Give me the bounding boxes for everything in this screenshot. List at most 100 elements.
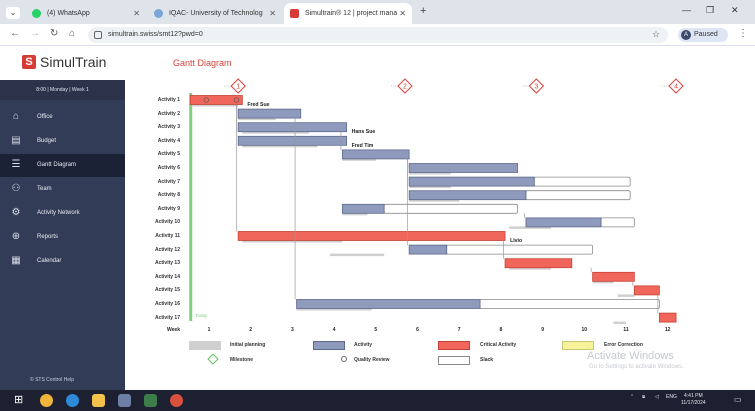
home-icon[interactable]: ⌂ xyxy=(69,28,75,39)
maximize-icon[interactable]: ❐ xyxy=(706,5,714,16)
app-icon[interactable] xyxy=(118,394,131,407)
legend-swatch xyxy=(562,341,594,350)
activity-label[interactable]: Activity 6 xyxy=(130,165,180,171)
activity-label[interactable]: Activity 16 xyxy=(130,301,180,307)
activity-label[interactable]: Activity 2 xyxy=(130,111,180,117)
tab-title: IQAC- University of Technolog xyxy=(168,10,263,17)
activity-label[interactable]: Activity 1 xyxy=(130,97,180,103)
network-icon: ⚙ xyxy=(11,207,21,218)
sidebar-item-label: Gantt Diagram xyxy=(37,162,77,168)
profile-button[interactable]: A Paused xyxy=(678,28,728,42)
legend-label: Slack xyxy=(480,357,494,363)
activity-label[interactable]: Activity 8 xyxy=(130,192,180,198)
reports-icon: ⊕ xyxy=(11,231,21,242)
activity-label[interactable]: Activity 10 xyxy=(130,219,180,225)
language-indicator[interactable]: ENG xyxy=(666,394,677,400)
critical-activity-bar xyxy=(189,95,243,105)
minimize-icon[interactable]: — xyxy=(682,5,691,15)
clock-date: 11/17/2024 xyxy=(681,400,706,406)
activity-bar xyxy=(525,217,602,228)
activity-label[interactable]: Activity 12 xyxy=(130,247,180,253)
legend-swatch xyxy=(438,356,470,365)
sidebar-item-reports[interactable]: ⊕ Reports xyxy=(0,226,125,249)
planning-bar xyxy=(242,144,318,148)
network-icon[interactable]: ⧈ xyxy=(642,394,645,400)
activity-label[interactable]: Activity 7 xyxy=(130,179,180,185)
forward-icon[interactable]: → xyxy=(30,28,40,39)
activity-label[interactable]: Activity 13 xyxy=(130,260,180,266)
sidebar-item-calendar[interactable]: ▦ Calendar xyxy=(0,250,125,273)
critical-activity-bar xyxy=(237,231,506,241)
tab-title: (4) WhatsApp xyxy=(46,10,90,17)
week-tick-label: 7 xyxy=(457,327,461,333)
logo-text: SimulTrain xyxy=(40,54,107,70)
notifications-icon[interactable]: ▭ xyxy=(734,395,742,404)
windows-start-icon[interactable]: ⊞ xyxy=(14,394,27,407)
activity-label[interactable]: Activity 11 xyxy=(130,233,180,239)
profile-status: Paused xyxy=(694,31,718,38)
activity-bar xyxy=(296,299,481,309)
sidebar-item-team[interactable]: ⚇ Team xyxy=(0,178,125,201)
close-icon[interactable]: ✕ xyxy=(399,3,406,24)
sidebar-item-label: Team xyxy=(37,186,52,192)
sidebar-item-activity-network[interactable]: ⚙ Activity Network xyxy=(0,202,125,225)
activation-watermark-subtitle: Go to Settings to activate Windows. xyxy=(589,364,684,370)
planning-bar xyxy=(242,131,310,134)
edge-icon[interactable] xyxy=(66,394,79,407)
excel-icon[interactable] xyxy=(144,394,157,407)
tab-search-button[interactable]: ⌄ xyxy=(6,7,20,19)
resource-label: Livio xyxy=(510,238,522,244)
activity-label[interactable]: Activity 17 xyxy=(130,315,180,321)
new-tab-button[interactable]: + xyxy=(420,5,426,17)
activity-label[interactable]: Activity 9 xyxy=(130,206,180,212)
sidebar-item-budget[interactable]: ▤ Budget xyxy=(0,130,125,153)
critical-activity-bar xyxy=(633,285,660,296)
address-bar-row: ← → ↻ ⌂ simultrain.swiss/smt12?pwd=0 ☆ A… xyxy=(0,24,755,46)
planning-bar xyxy=(242,240,343,243)
chrome-active-icon[interactable] xyxy=(170,394,183,407)
activity-label[interactable]: Activity 14 xyxy=(130,274,180,280)
url-field[interactable]: simultrain.swiss/smt12?pwd=0 xyxy=(88,27,668,43)
tab-iqac[interactable]: IQAC- University of Technolog ✕ xyxy=(148,3,282,24)
activity-label[interactable]: Activity 4 xyxy=(130,138,180,144)
tab-whatsapp[interactable]: (4) WhatsApp ✕ xyxy=(26,3,146,24)
back-icon[interactable]: ← xyxy=(10,28,20,39)
app-logo[interactable]: S SimulTrain xyxy=(0,46,125,80)
planning-bar xyxy=(238,117,276,121)
activity-bar xyxy=(342,149,410,160)
logo-mark: S xyxy=(22,55,36,69)
close-window-icon[interactable]: ✕ xyxy=(731,5,739,16)
activity-bar xyxy=(408,163,518,173)
activity-label[interactable]: Activity 15 xyxy=(130,287,180,293)
reload-icon[interactable]: ↻ xyxy=(50,28,58,39)
calendar-icon: ▦ xyxy=(11,255,21,266)
sidebar-item-gantt-diagram[interactable]: ☰ Gantt Diagram xyxy=(0,154,125,177)
slack-bar xyxy=(533,176,631,187)
browser-menu-icon[interactable]: ⋮ xyxy=(738,28,748,39)
activity-bar xyxy=(237,122,348,133)
activity-label[interactable]: Activity 5 xyxy=(130,151,180,157)
sidebar-footer[interactable]: © STS Control Help xyxy=(30,377,74,383)
chrome-icon[interactable] xyxy=(40,394,53,407)
legend-swatch xyxy=(189,341,221,350)
legend-label: Critical Activity xyxy=(480,342,517,348)
tray-chevron-icon[interactable]: ⌃ xyxy=(630,394,634,400)
clock[interactable]: 4:41 PM 11/17/2024 xyxy=(681,393,706,407)
quality-review-icon xyxy=(203,97,209,103)
volume-icon[interactable]: ◁ xyxy=(655,394,659,400)
activity-label[interactable]: Activity 3 xyxy=(130,124,180,130)
slack-bar xyxy=(525,190,631,201)
milestone-diamond xyxy=(230,78,246,94)
gantt-icon: ☰ xyxy=(11,159,21,170)
bookmark-star-icon[interactable]: ☆ xyxy=(652,29,660,40)
critical-activity-bar xyxy=(658,312,677,323)
sidebar-item-office[interactable]: ⌂ Office xyxy=(0,106,125,129)
tab-simultrain[interactable]: Simultrain® 12 | project manag ✕ xyxy=(284,3,412,24)
slack-bar xyxy=(479,299,660,309)
week-tick-label: 6 xyxy=(416,327,419,333)
close-icon[interactable]: ✕ xyxy=(269,3,276,24)
slack-bar xyxy=(383,203,518,214)
file-explorer-icon[interactable] xyxy=(92,394,105,407)
close-icon[interactable]: ✕ xyxy=(133,3,140,24)
site-info-icon[interactable] xyxy=(94,31,102,39)
